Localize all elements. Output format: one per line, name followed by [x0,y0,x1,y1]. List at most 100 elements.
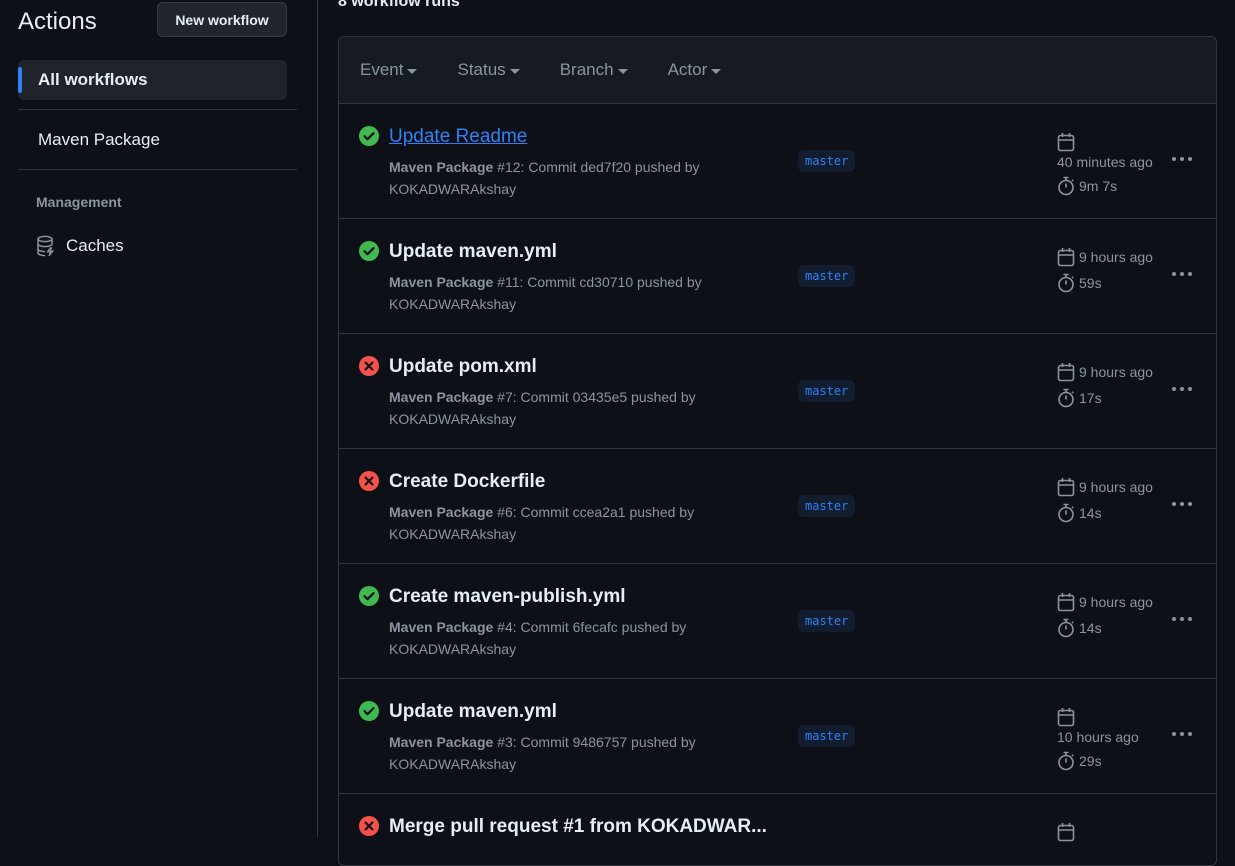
calendar-icon [1057,707,1075,727]
run-duration: 14s [1079,505,1102,521]
sidebar-item-all-workflows[interactable]: All workflows [18,60,287,100]
run-actor[interactable]: KOKADWARAkshay [389,756,516,772]
run-duration: 59s [1079,275,1102,291]
run-actor[interactable]: KOKADWARAkshay [389,411,516,427]
chevron-down-icon [407,68,418,74]
chevron-down-icon [617,68,628,74]
kebab-horizontal-icon[interactable] [1171,152,1193,166]
kebab-horizontal-icon[interactable] [1171,267,1193,281]
run-title-link[interactable]: Merge pull request #1 from KOKADWAR... [389,816,767,838]
sidebar-divider [18,109,297,110]
kebab-horizontal-icon[interactable] [1171,727,1193,741]
branch-badge[interactable]: master [798,150,856,172]
filter-status[interactable]: Status [457,60,520,80]
run-detail: #11: Commit cd30710 pushed by [493,274,702,290]
stopwatch-icon [1057,751,1075,771]
sidebar-item-caches[interactable]: Caches [36,232,124,260]
workflow-run-count: 8 workflow runs [338,0,460,10]
table-row[interactable]: Update Readme Maven Package #12: Commit … [339,104,1216,219]
run-title-link[interactable]: Update maven.yml [389,241,557,263]
run-title-link[interactable]: Update Readme [389,126,527,148]
stopwatch-icon [1057,176,1075,196]
check-circle-icon [359,586,379,606]
run-description: Maven Package #3: Commit 9486757 pushed … [389,731,749,775]
kebab-horizontal-icon[interactable] [1171,497,1193,511]
check-circle-icon [359,241,379,261]
run-time: 9 hours ago [1079,364,1153,380]
run-duration: 29s [1079,753,1102,769]
sidebar-item-label: Maven Package [38,130,160,149]
filter-branch[interactable]: Branch [560,60,628,80]
run-meta: 10 hours ago 29s [1057,705,1172,773]
branch-badge[interactable]: master [798,380,856,402]
workflow-name: Maven Package [389,274,494,290]
kebab-horizontal-icon[interactable] [1171,382,1193,396]
table-row[interactable]: Update maven.yml Maven Package #3: Commi… [339,679,1216,794]
calendar-icon [1057,362,1075,382]
run-duration: 14s [1079,620,1102,636]
run-title-link[interactable]: Update maven.yml [389,701,557,723]
run-meta: 40 minutes ago 9m 7s [1057,130,1172,198]
run-duration: 17s [1079,390,1102,406]
run-actor[interactable]: KOKADWARAkshay [389,296,516,312]
run-title-link[interactable]: Create maven-publish.yml [389,586,626,608]
run-title-link[interactable]: Create Dockerfile [389,471,545,493]
sidebar-item-label: Caches [66,236,124,255]
filter-label: Event [360,60,404,79]
workflow-runs-list: Event Status Branch Actor Update Readme … [338,36,1217,866]
run-meta: 9 hours ago 59s [1057,245,1172,295]
sidebar: Actions New workflow All workflows Maven… [0,0,318,837]
stopwatch-icon [1057,273,1075,293]
run-time: 10 hours ago [1057,729,1139,745]
database-icon [36,235,56,257]
branch-badge[interactable]: master [798,610,856,632]
branch-badge[interactable]: master [798,495,856,517]
chevron-down-icon [509,68,520,74]
run-actor[interactable]: KOKADWARAkshay [389,181,516,197]
run-detail: #3: Commit 9486757 pushed by [493,734,696,750]
page-title: Actions [18,8,97,35]
filter-actor[interactable]: Actor [668,60,722,80]
run-description: Maven Package #12: Commit ded7f20 pushed… [389,156,749,200]
table-row[interactable]: Merge pull request #1 from KOKADWAR... [339,794,1216,865]
run-detail: #12: Commit ded7f20 pushed by [493,159,700,175]
table-row[interactable]: Create Dockerfile Maven Package #6: Comm… [339,449,1216,564]
x-circle-icon [359,471,379,491]
filter-label: Status [457,60,506,79]
x-circle-icon [359,356,379,376]
run-description: Maven Package #4: Commit 6fecafc pushed … [389,616,749,660]
workflow-name: Maven Package [389,504,494,520]
sidebar-divider [18,169,297,170]
run-actor[interactable]: KOKADWARAkshay [389,526,516,542]
branch-badge[interactable]: master [798,265,856,287]
branch-badge[interactable]: master [798,725,856,747]
chevron-down-icon [711,68,722,74]
workflow-name: Maven Package [389,734,494,750]
workflow-name: Maven Package [389,619,494,635]
sidebar-section-management: Management [36,194,122,210]
run-meta [1057,820,1172,844]
table-row[interactable]: Update pom.xml Maven Package #7: Commit … [339,334,1216,449]
sidebar-item-label: All workflows [38,70,148,89]
filter-bar: Event Status Branch Actor [339,37,1216,104]
calendar-icon [1057,247,1075,267]
sidebar-item-maven-package[interactable]: Maven Package [18,120,287,160]
workflow-name: Maven Package [389,389,494,405]
stopwatch-icon [1057,618,1075,638]
kebab-horizontal-icon[interactable] [1171,612,1193,626]
table-row[interactable]: Update maven.yml Maven Package #11: Comm… [339,219,1216,334]
run-title-link[interactable]: Update pom.xml [389,356,537,378]
new-workflow-button[interactable]: New workflow [157,2,287,37]
run-time: 9 hours ago [1079,479,1153,495]
run-detail: #6: Commit ccea2a1 pushed by [493,504,695,520]
table-row[interactable]: Create maven-publish.yml Maven Package #… [339,564,1216,679]
filter-event[interactable]: Event [360,60,418,80]
run-description: Maven Package #11: Commit cd30710 pushed… [389,271,749,315]
main-content: 8 workflow runs Event Status Branch Acto… [338,0,1218,866]
run-description: Maven Package #6: Commit ccea2a1 pushed … [389,501,749,545]
run-time: 40 minutes ago [1057,154,1153,170]
run-duration: 9m 7s [1079,178,1118,194]
check-circle-icon [359,126,379,146]
x-circle-icon [359,816,379,836]
run-actor[interactable]: KOKADWARAkshay [389,641,516,657]
